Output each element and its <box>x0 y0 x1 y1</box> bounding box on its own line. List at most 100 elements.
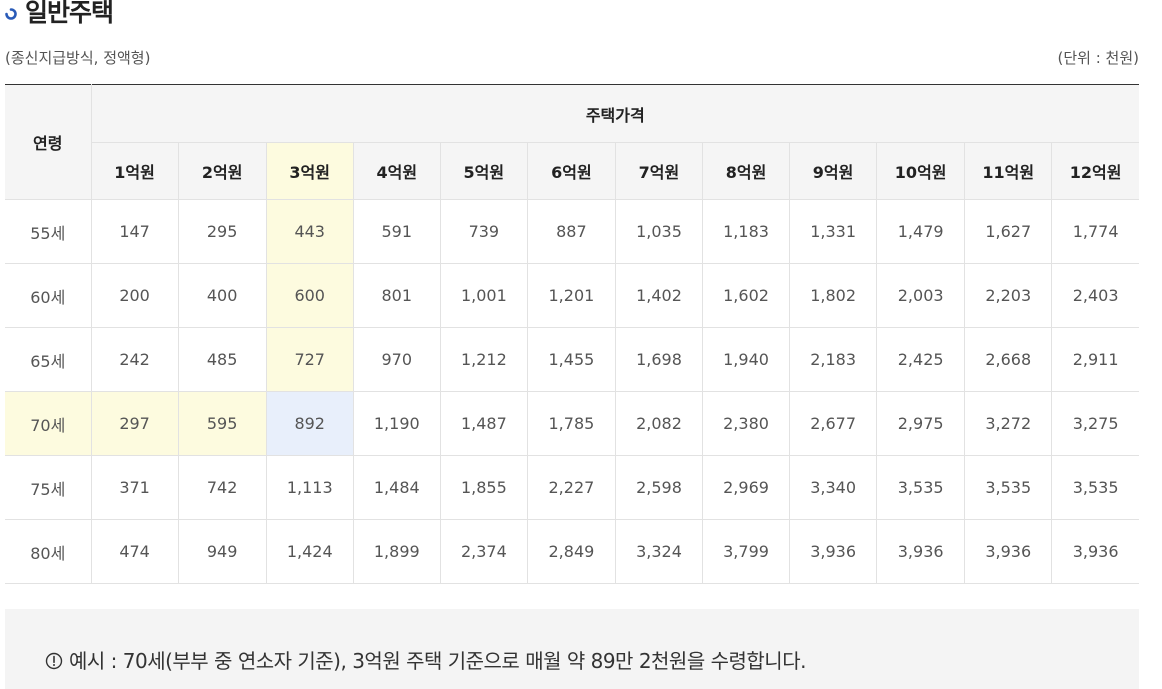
payment-cell: 400 <box>177 263 267 328</box>
price-column-header: 7억원 <box>614 142 704 200</box>
payment-cell: 1,479 <box>876 199 966 264</box>
payment-cell: 739 <box>439 199 528 264</box>
payment-cell: 2,003 <box>876 263 966 328</box>
payment-cell: 1,035 <box>614 199 704 264</box>
payment-cell: 3,272 <box>964 391 1053 456</box>
table-row: 80세 474 949 1,424 1,899 2,374 2,849 3,324 3,799 3… <box>5 519 1139 584</box>
payment-cell: 2,849 <box>526 519 616 584</box>
payment-cell: 297 <box>90 391 179 456</box>
payment-cell: 3,324 <box>614 519 704 584</box>
payment-cell: 591 <box>352 199 441 264</box>
payment-cell: 1,698 <box>614 327 704 392</box>
payment-cell: 1,487 <box>439 391 528 456</box>
payment-cell: 3,535 <box>876 455 966 520</box>
age-cell: 70세 <box>5 391 92 456</box>
payment-cell: 485 <box>177 327 267 392</box>
age-cell: 55세 <box>5 199 92 264</box>
price-column-header: 5억원 <box>439 142 528 200</box>
payment-cell: 595 <box>177 391 267 456</box>
payment-cell: 2,975 <box>876 391 966 456</box>
payment-cell: 1,331 <box>789 199 878 264</box>
payment-cell: 2,203 <box>964 263 1053 328</box>
price-column-header: 10억원 <box>876 142 966 200</box>
payment-cell: 3,799 <box>701 519 791 584</box>
payment-cell: 1,855 <box>439 455 528 520</box>
payment-cell: 3,936 <box>1051 519 1139 584</box>
payment-cell: 949 <box>177 519 267 584</box>
payment-cell: 474 <box>90 519 179 584</box>
payment-cell: 2,668 <box>964 327 1053 392</box>
payment-cell: 2,403 <box>1051 263 1139 328</box>
payment-cell: 2,374 <box>439 519 528 584</box>
table-meta: (종신지급방식, 정액형) (단위 : 천원) <box>5 45 1139 69</box>
price-column-header: 3억원 <box>265 142 354 200</box>
monthly-payment-table: 연령 주택가격 1억원 2억원 3억원 4억원 5억원 6억원 7억원 8억원 9억원 10억원 1… <box>5 84 1139 584</box>
table-row: 75세 371 742 1,113 1,484 1,855 2,227 2,598 2,969 3… <box>5 455 1139 520</box>
payment-cell: 200 <box>90 263 179 328</box>
table-row: 60세 200 400 600 801 1,001 1,201 1,402 1,602 1,802… <box>5 263 1139 328</box>
payment-cell: 443 <box>265 199 354 264</box>
payment-cell: 892 <box>265 391 354 456</box>
payment-cell: 1,001 <box>439 263 528 328</box>
table-row: 65세 242 485 727 970 1,212 1,455 1,698 1,940 2,183… <box>5 327 1139 392</box>
age-cell: 65세 <box>5 327 92 392</box>
price-column-header: 1억원 <box>91 142 179 200</box>
example-note-text: 예시 : 70세(부부 중 연소자 기준), 3억원 주택 기준으로 매월 약 … <box>69 649 806 673</box>
payment-type-caption: (종신지급방식, 정액형) <box>5 48 151 67</box>
payment-cell: 295 <box>177 199 267 264</box>
page-title: 일반주택 <box>25 0 114 27</box>
age-cell: 60세 <box>5 263 92 328</box>
payment-cell: 1,424 <box>265 519 354 584</box>
unit-caption: (단위 : 천원) <box>1057 48 1140 67</box>
age-column-header: 연령 <box>5 84 92 200</box>
payment-cell: 1,774 <box>1051 199 1139 264</box>
payment-cell: 727 <box>265 327 354 392</box>
age-cell: 80세 <box>5 519 92 584</box>
payment-cell: 1,940 <box>701 327 791 392</box>
payment-cell: 1,899 <box>352 519 441 584</box>
payment-cell: 801 <box>352 263 441 328</box>
payment-cell: 3,936 <box>876 519 966 584</box>
price-column-header: 9억원 <box>789 142 878 200</box>
section-title: 일반주택 <box>5 0 114 28</box>
table-row: 55세 147 295 443 591 739 887 1,035 1,183 1,331 1,47… <box>5 199 1139 264</box>
payment-cell: 2,598 <box>614 455 704 520</box>
payment-cell: 742 <box>177 455 267 520</box>
payment-cell: 1,484 <box>352 455 441 520</box>
payment-cell: 1,113 <box>265 455 354 520</box>
payment-cell: 1,802 <box>789 263 878 328</box>
payment-cell: 1,785 <box>526 391 616 456</box>
price-column-header: 2억원 <box>177 142 267 200</box>
payment-cell: 1,602 <box>701 263 791 328</box>
payment-cell: 1,201 <box>526 263 616 328</box>
payment-cell: 242 <box>90 327 179 392</box>
payment-cell: 1,627 <box>964 199 1053 264</box>
payment-cell: 2,183 <box>789 327 878 392</box>
payment-cell: 3,936 <box>964 519 1053 584</box>
payment-cell: 3,535 <box>964 455 1053 520</box>
payment-cell: 2,677 <box>789 391 878 456</box>
payment-cell: 970 <box>352 327 441 392</box>
payment-cell: 1,455 <box>526 327 616 392</box>
payment-cell: 600 <box>265 263 354 328</box>
payment-cell: 3,936 <box>789 519 878 584</box>
price-column-header: 4억원 <box>352 142 441 200</box>
payment-cell: 2,380 <box>701 391 791 456</box>
house-price-header: 주택가격 <box>90 84 1139 143</box>
age-cell: 75세 <box>5 455 92 520</box>
payment-cell: 1,402 <box>614 263 704 328</box>
payment-cell: 2,969 <box>701 455 791 520</box>
price-column-header: 11억원 <box>964 142 1053 200</box>
exclamation-circle-icon <box>45 651 63 669</box>
price-column-header: 12억원 <box>1051 142 1139 200</box>
payment-cell: 3,535 <box>1051 455 1139 520</box>
price-column-header: 6억원 <box>526 142 616 200</box>
payment-cell: 3,275 <box>1051 391 1139 456</box>
payment-cell: 1,212 <box>439 327 528 392</box>
payment-cell: 887 <box>526 199 616 264</box>
partial-circle-bullet-icon <box>5 5 17 20</box>
table-row: 70세 297 595 892 1,190 1,487 1,785 2,082 2,380 2,6… <box>5 391 1139 456</box>
payment-cell: 2,082 <box>614 391 704 456</box>
payment-cell: 1,190 <box>352 391 441 456</box>
payment-cell: 2,911 <box>1051 327 1139 392</box>
